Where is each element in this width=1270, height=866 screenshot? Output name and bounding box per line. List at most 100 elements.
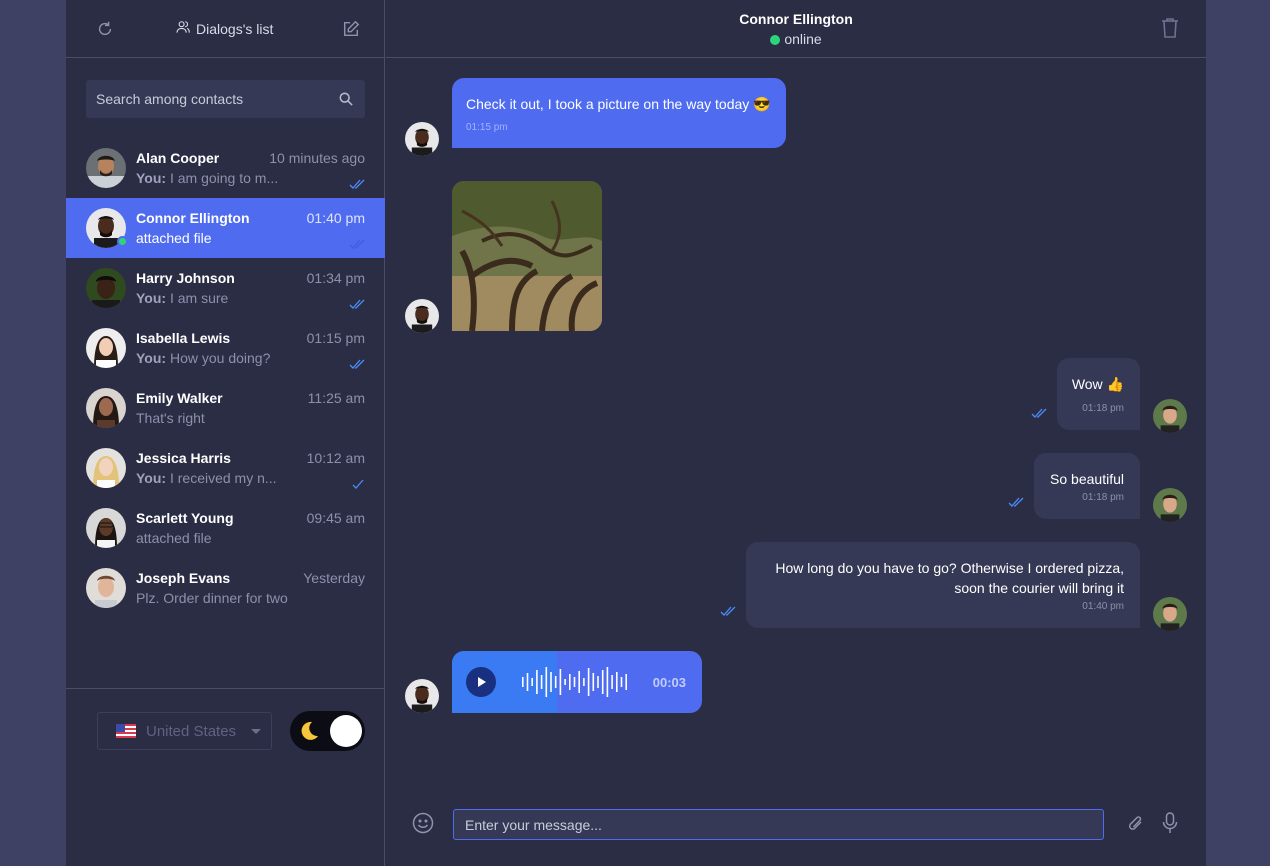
- avatar: [86, 328, 126, 368]
- message-text-line-1: How long do you have to go? Otherwise I …: [775, 560, 1124, 576]
- message-input[interactable]: [453, 809, 1104, 840]
- contact-time: Yesterday: [303, 570, 365, 586]
- sidebar: Dialogs's list Alan Cooper 10 minutes ag…: [66, 0, 385, 866]
- contact-item-joseph-evans[interactable]: Joseph Evans Yesterday Plz. Order dinner…: [66, 558, 385, 618]
- avatar: [405, 122, 439, 156]
- message-text: So beautiful: [1050, 471, 1124, 487]
- avatar: [1153, 399, 1187, 433]
- contact-item-scarlett-young[interactable]: Scarlett Young 09:45 am attached file: [66, 498, 385, 558]
- message-time: 01:40 pm: [1082, 601, 1124, 612]
- theme-toggle[interactable]: [290, 711, 365, 751]
- contact-name: Harry Johnson: [136, 270, 235, 286]
- message-text: Wow 👍: [1071, 376, 1124, 392]
- avatar: [1153, 597, 1187, 631]
- search-icon[interactable]: [339, 92, 353, 106]
- double-check-icon: [349, 356, 365, 369]
- contact-item-emily-walker[interactable]: Emily Walker 11:25 am That's right: [66, 378, 385, 438]
- contact-last-message: You: I am sure: [136, 290, 229, 306]
- country-label: United States: [146, 722, 237, 740]
- contact-item-harry-johnson[interactable]: Harry Johnson 01:34 pm You: I am sure: [66, 258, 385, 318]
- contact-last-message: That's right: [136, 410, 205, 426]
- play-button[interactable]: [466, 667, 496, 697]
- message-time: 01:18 pm: [1082, 403, 1124, 414]
- message-text: Check it out, I took a picture on the wa…: [466, 96, 771, 112]
- avatar: [86, 448, 126, 488]
- contact-item-connor-ellington[interactable]: Connor Ellington 01:40 pm attached file: [66, 198, 385, 258]
- chevron-down-icon: [251, 729, 261, 734]
- chat-contact-name: Connor Ellington: [739, 11, 853, 27]
- attach-icon[interactable]: [1126, 814, 1146, 834]
- trash-icon[interactable]: [1160, 17, 1180, 39]
- contact-time: 01:40 pm: [306, 210, 365, 226]
- message-time: 01:15 pm: [466, 122, 508, 133]
- refresh-icon[interactable]: [96, 20, 114, 38]
- double-check-icon: [349, 176, 365, 189]
- message-composer: [386, 800, 1206, 850]
- contact-name: Jessica Harris: [136, 450, 231, 466]
- contact-last-message: attached file: [136, 230, 212, 246]
- toggle-knob: [330, 715, 362, 747]
- contact-time: 09:45 am: [306, 510, 365, 526]
- contact-time: 11:25 am: [307, 390, 365, 406]
- search-input[interactable]: [86, 80, 326, 118]
- avatar: [86, 568, 126, 608]
- contact-name: Scarlett Young: [136, 510, 234, 526]
- message-time: 01:18 pm: [1082, 492, 1124, 503]
- avatar: [86, 148, 126, 188]
- avatar: [86, 508, 126, 548]
- emoji-icon[interactable]: [412, 812, 434, 834]
- audio-waveform[interactable]: [520, 665, 632, 699]
- chat-status: online: [386, 31, 1206, 47]
- contact-time: 01:15 pm: [306, 330, 365, 346]
- contact-item-isabella-lewis[interactable]: Isabella Lewis 01:15 pm You: How you doi…: [66, 318, 385, 378]
- dialogs-title: Dialogs's list: [176, 20, 273, 37]
- avatar: [405, 679, 439, 713]
- us-flag-icon: [116, 724, 136, 738]
- contact-last-message: attached file: [136, 530, 212, 546]
- online-indicator: [117, 236, 128, 247]
- contact-time: 10 minutes ago: [269, 150, 365, 166]
- contact-name: Alan Cooper: [136, 150, 220, 166]
- double-check-icon: [349, 296, 365, 309]
- avatar: [86, 268, 126, 308]
- contact-name: Connor Ellington: [136, 210, 250, 226]
- messenger-app: Dialogs's list Alan Cooper 10 minutes ag…: [66, 0, 1206, 866]
- double-check-icon: [720, 603, 736, 616]
- contact-name: Emily Walker: [136, 390, 223, 406]
- audio-duration: 00:03: [652, 675, 686, 690]
- moon-icon: [298, 720, 320, 742]
- message-bubble: Wow 👍 01:18 pm: [1057, 358, 1140, 430]
- double-check-icon: [1031, 405, 1047, 418]
- contact-last-message: Plz. Order dinner for two: [136, 590, 288, 606]
- compose-icon[interactable]: [342, 20, 360, 38]
- contact-list: Alan Cooper 10 minutes ago You: I am goi…: [66, 138, 385, 618]
- contact-time: 01:34 pm: [306, 270, 365, 286]
- online-indicator: [770, 35, 781, 45]
- avatar: [405, 299, 439, 333]
- audio-message: 00:03: [452, 651, 702, 713]
- avatar: [1153, 488, 1187, 522]
- message-bubble: How long do you have to go? Otherwise I …: [746, 542, 1140, 628]
- contact-name: Isabella Lewis: [136, 330, 231, 346]
- chat-header: Connor Ellington online: [386, 0, 1206, 58]
- microphone-icon[interactable]: [1162, 812, 1178, 834]
- double-check-icon: [349, 236, 365, 249]
- contact-last-message: You: I received my n...: [136, 470, 277, 486]
- message-text-line-2: soon the courier will bring it: [954, 580, 1124, 596]
- contact-search: [86, 80, 365, 118]
- contact-name: Joseph Evans: [136, 570, 231, 586]
- double-check-icon: [1008, 494, 1024, 507]
- contact-time: 10:12 am: [306, 450, 365, 466]
- chat-panel: Connor Ellington online Check it out, I …: [386, 0, 1206, 866]
- contact-last-message: You: I am going to m...: [136, 170, 279, 186]
- message-bubble: So beautiful 01:18 pm: [1034, 453, 1140, 519]
- contact-item-alan-cooper[interactable]: Alan Cooper 10 minutes ago You: I am goi…: [66, 138, 385, 198]
- contact-item-jessica-harris[interactable]: Jessica Harris 10:12 am You: I received …: [66, 438, 385, 498]
- photo-attachment[interactable]: [452, 181, 602, 331]
- message-bubble: Check it out, I took a picture on the wa…: [452, 78, 786, 148]
- country-select[interactable]: United States: [97, 712, 272, 750]
- sidebar-footer: United States: [66, 688, 385, 866]
- contacts-icon: [176, 20, 190, 37]
- dialogs-title-text: Dialogs's list: [196, 20, 274, 37]
- contact-last-message: You: How you doing?: [136, 350, 271, 366]
